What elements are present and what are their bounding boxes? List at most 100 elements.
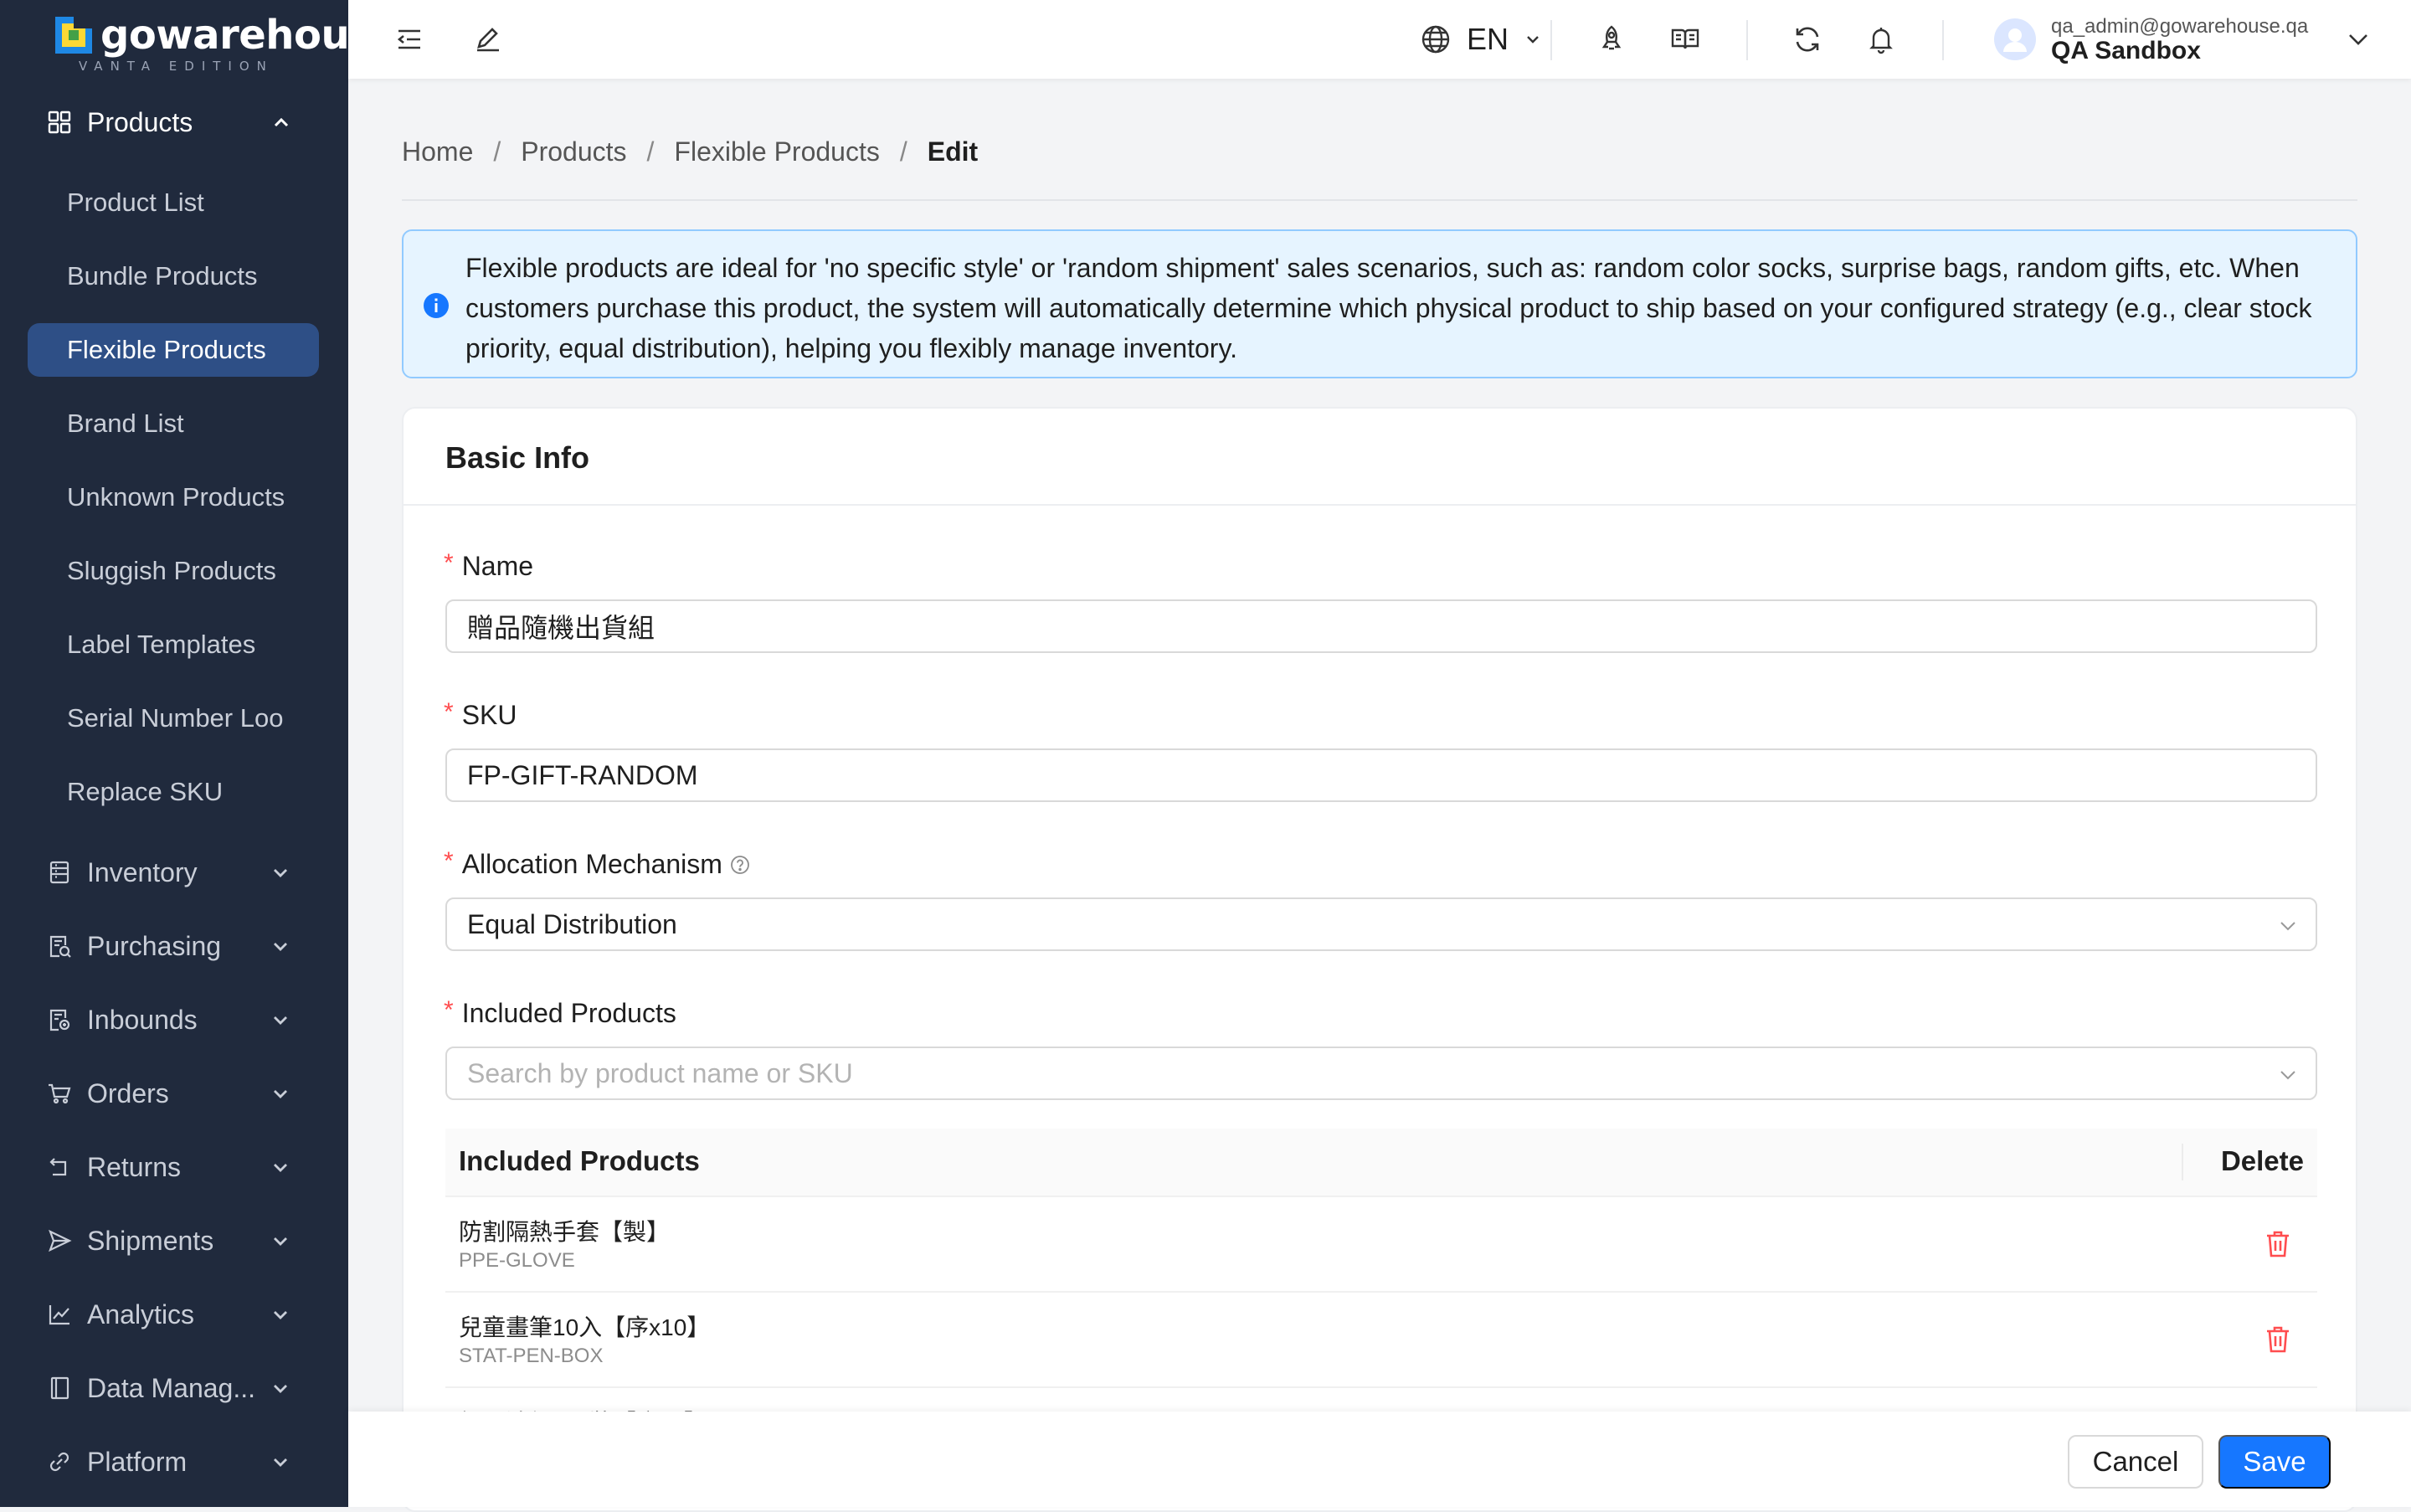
column-header-product: Included Products (459, 1145, 700, 1176)
language-selector[interactable]: EN (1420, 18, 1542, 60)
sku-input[interactable]: FP-GIFT-RANDOM (445, 748, 2317, 802)
sidebar-group-label: Platform (87, 1446, 188, 1477)
sidebar-group-data-management[interactable]: Data Manag... (0, 1361, 348, 1415)
refresh-icon[interactable] (1792, 23, 1823, 55)
product-sku: PPE-GLOVE (459, 1249, 575, 1272)
brand-edition: VANTA EDITION (79, 59, 274, 74)
column-header-delete: Delete (2220, 1145, 2304, 1176)
book-icon (50, 1376, 69, 1400)
sidebar-group-label: Inventory (87, 856, 198, 887)
divider (404, 504, 2356, 506)
required-mark: * (444, 548, 454, 577)
sidebar-group-inventory[interactable]: Inventory (0, 846, 348, 899)
breadcrumb: Home / Products / Flexible Products / Ed… (402, 136, 979, 167)
chevron-down-icon (274, 943, 287, 951)
table-row: 防割隔熱手套【製】 PPE-GLOVE (445, 1197, 2317, 1293)
sidebar-group-inbounds[interactable]: Inbounds (0, 993, 348, 1047)
required-mark: * (444, 846, 454, 875)
sidebar-item-bundle-products[interactable]: Bundle Products (67, 249, 257, 303)
product-name: 防割隔熱手套【製】 (459, 1219, 671, 1245)
name-input[interactable]: 贈品隨機出貨組 (445, 599, 2317, 653)
chevron-down-icon (2349, 34, 2367, 45)
divider (1746, 20, 1748, 60)
info-alert-text: Flexible products are ideal for 'no spec… (465, 253, 2312, 363)
sidebar-group-platform[interactable]: Platform (0, 1435, 348, 1489)
edit-icon[interactable] (472, 23, 504, 55)
table-header: Included Products Delete (445, 1129, 2317, 1197)
sidebar-item-product-list[interactable]: Product List (67, 176, 204, 229)
question-circle-icon[interactable] (729, 854, 751, 876)
sidebar-item-flexible-products[interactable]: Flexible Products (28, 323, 319, 377)
user-icon (2003, 28, 2027, 52)
trash-icon[interactable] (2264, 1229, 2292, 1259)
brand-name: gowarehouse (100, 12, 348, 59)
user-organization: QA Sandbox (2051, 37, 2201, 64)
sku-label: * SKU (444, 697, 517, 731)
required-mark: * (444, 697, 454, 726)
cart-icon (49, 1083, 71, 1104)
sidebar-group-orders[interactable]: Orders (0, 1067, 348, 1120)
sidebar-group-products[interactable]: Products (0, 95, 348, 149)
sidebar-item-serial-number-lookup[interactable]: Serial Number Loo (67, 692, 283, 745)
avatar (1994, 18, 2036, 60)
table-row: 兒童畫筆10入【序x10】 STAT-PEN-BOX (445, 1293, 2317, 1388)
bell-icon[interactable] (1865, 23, 1897, 55)
chevron-down-icon (1527, 36, 1539, 44)
sidebar-group-label: Returns (87, 1151, 182, 1182)
allocation-mechanism-value: Equal Distribution (467, 908, 677, 939)
sidebar-item-label-templates[interactable]: Label Templates (67, 618, 255, 671)
chevron-down-icon (274, 1164, 287, 1172)
sidebar-group-analytics[interactable]: Analytics (0, 1288, 348, 1341)
link-icon (49, 1452, 69, 1472)
divider (1550, 20, 1552, 60)
chevron-down-icon (274, 869, 287, 877)
save-button[interactable]: Save (2218, 1435, 2331, 1489)
sidebar-group-purchasing[interactable]: Purchasing (0, 919, 348, 973)
sidebar-group-label: Shipments (87, 1225, 214, 1256)
breadcrumb-flexible-products[interactable]: Flexible Products (674, 136, 879, 167)
send-icon (49, 1229, 72, 1252)
sidebar-item-unknown-products[interactable]: Unknown Products (67, 471, 285, 524)
rocket-icon[interactable] (1596, 23, 1627, 55)
cancel-button[interactable]: Cancel (2068, 1435, 2203, 1489)
chart-line-icon (49, 1305, 69, 1325)
sidebar-group-label: Data Manag... (87, 1372, 255, 1403)
return-icon (49, 1158, 67, 1176)
included-products-search[interactable]: Search by product name or SKU (445, 1047, 2317, 1100)
inbounds-icon (49, 1009, 70, 1031)
name-label: * Name (444, 548, 534, 582)
breadcrumb-home[interactable]: Home (402, 136, 473, 167)
chevron-down-icon (274, 1090, 287, 1098)
product-sku: STAT-PEN-BOX (459, 1345, 604, 1367)
purchasing-icon (49, 935, 71, 958)
included-products-label: * Included Products (444, 995, 676, 1029)
sidebar-item-brand-list[interactable]: Brand List (67, 397, 184, 450)
product-name: 兒童畫筆10入【序x10】 (459, 1314, 711, 1340)
sidebar-group-label: Orders (87, 1077, 169, 1108)
sidebar-item-sluggish-products[interactable]: Sluggish Products (67, 544, 276, 598)
menu-collapse-icon[interactable] (393, 23, 425, 55)
allocation-mechanism-label: * Allocation Mechanism (444, 846, 751, 880)
user-menu[interactable]: qa_admin@gowarehouse.qa QA Sandbox (1994, 15, 2379, 65)
open-book-icon[interactable] (1669, 23, 1701, 55)
sidebar-group-shipments[interactable]: Shipments (0, 1214, 348, 1268)
chevron-down-icon (274, 1385, 287, 1393)
chevron-down-icon (2280, 922, 2295, 931)
required-mark: * (444, 995, 454, 1024)
sidebar-group-label: Analytics (87, 1299, 195, 1329)
inventory-icon (49, 861, 69, 884)
breadcrumb-products[interactable]: Products (521, 136, 626, 167)
info-alert: Flexible products are ideal for 'no spec… (402, 229, 2357, 378)
grid-icon (48, 111, 71, 134)
sidebar-group-label: Purchasing (87, 930, 222, 961)
sidebar-item-replace-sku[interactable]: Replace SKU (67, 765, 223, 819)
logo-mark-icon (55, 17, 92, 54)
chevron-down-icon (274, 1458, 287, 1467)
sidebar-group-returns[interactable]: Returns (0, 1140, 348, 1194)
chevron-down-icon (274, 1016, 287, 1025)
trash-icon[interactable] (2264, 1324, 2292, 1355)
chevron-down-icon (274, 1311, 287, 1319)
sidebar-group-label: Inbounds (87, 1004, 198, 1035)
allocation-mechanism-select[interactable]: Equal Distribution (445, 897, 2317, 951)
brand-logo[interactable]: gowarehouse VANTA EDITION (55, 12, 348, 75)
